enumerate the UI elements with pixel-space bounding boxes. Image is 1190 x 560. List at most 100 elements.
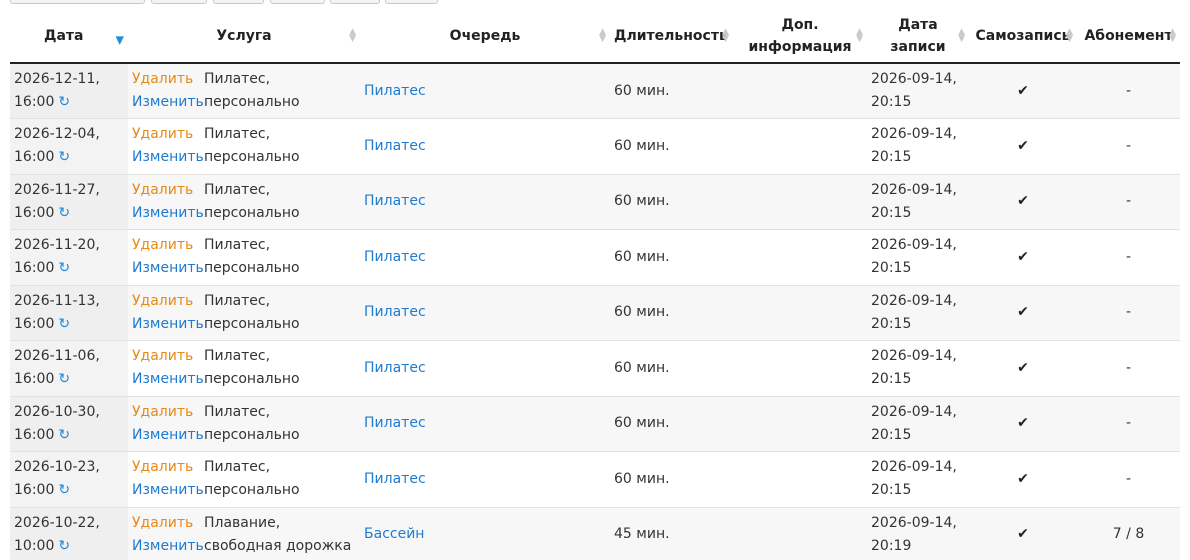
- queue-link[interactable]: Пилатес: [364, 138, 426, 154]
- actions-cell: Удалить Изменить: [128, 285, 204, 341]
- self-booking-cell: ✔: [969, 507, 1078, 560]
- edit-link[interactable]: Изменить: [132, 368, 204, 391]
- edit-link[interactable]: Изменить: [132, 535, 204, 558]
- delete-link[interactable]: Удалить: [132, 512, 204, 535]
- edit-link[interactable]: Изменить: [132, 424, 204, 447]
- queue-cell: Пилатес: [360, 174, 611, 230]
- edit-link[interactable]: Изменить: [132, 91, 204, 114]
- service-cell: Пилатес, персонально: [204, 340, 361, 397]
- service-name: Пилатес,: [204, 348, 271, 365]
- edit-link[interactable]: Изменить: [132, 146, 204, 169]
- queue-link[interactable]: Пилатес: [364, 304, 426, 320]
- recorded-cell: 2026-09-14, 20:15: [867, 340, 970, 397]
- queue-link[interactable]: Пилатес: [364, 471, 426, 487]
- edit-link[interactable]: Изменить: [132, 257, 204, 280]
- column-header-service[interactable]: Услуга ▲ ▼: [128, 10, 361, 64]
- toolbar-button-6[interactable]: [385, 0, 438, 4]
- sort-icon[interactable]: ▲ ▼: [1066, 28, 1073, 44]
- self-booking-cell: ✔: [969, 340, 1078, 397]
- queue-link[interactable]: Пилатес: [364, 360, 426, 376]
- sort-icon[interactable]: ▲ ▼: [599, 28, 606, 44]
- recorded-date: 2026-09-14,: [871, 403, 957, 420]
- date-cell: 2026-11-20, 16:00 ↻: [10, 229, 128, 286]
- toolbar-button-4[interactable]: [270, 0, 325, 4]
- subscription-cell: -: [1077, 285, 1181, 341]
- recorded-date: 2026-09-14,: [871, 348, 957, 365]
- toolbar-button-1[interactable]: [10, 0, 145, 4]
- edit-link[interactable]: Изменить: [132, 202, 204, 225]
- delete-link[interactable]: Удалить: [132, 401, 204, 424]
- column-header-extra-info[interactable]: Доп. информация ▲ ▼: [733, 10, 868, 64]
- edit-link[interactable]: Изменить: [132, 313, 204, 336]
- delete-link[interactable]: Удалить: [132, 456, 204, 479]
- delete-link[interactable]: Удалить: [132, 68, 204, 91]
- check-icon: ✔: [1017, 526, 1029, 543]
- service-variant: свободная дорожка: [204, 537, 352, 554]
- queue-link[interactable]: Пилатес: [364, 415, 426, 431]
- queue-link[interactable]: Пилатес: [364, 249, 426, 265]
- delete-link[interactable]: Удалить: [132, 234, 204, 257]
- sort-icon[interactable]: ▲ ▼: [349, 28, 356, 44]
- recorded-time: 20:15: [871, 426, 912, 443]
- sort-icon[interactable]: ▲ ▼: [722, 28, 729, 44]
- check-icon: ✔: [1017, 137, 1029, 154]
- booking-time: 10:00: [14, 537, 55, 554]
- service-variant: персонально: [204, 315, 300, 332]
- service-variant: персонально: [204, 371, 300, 388]
- check-icon: ✔: [1017, 193, 1029, 210]
- extra-info-cell: [733, 451, 868, 508]
- toolbar-button-5[interactable]: [330, 0, 380, 4]
- toolbar-button-2[interactable]: [151, 0, 207, 4]
- sort-desc-icon[interactable]: ▼: [116, 29, 124, 51]
- repeat-icon: ↻: [58, 149, 71, 166]
- queue-link[interactable]: Бассейн: [364, 526, 424, 542]
- column-header-self-booking[interactable]: Самозапись ▲ ▼: [969, 10, 1078, 64]
- delete-link[interactable]: Удалить: [132, 123, 204, 146]
- column-header-subscription[interactable]: Абонемент ▲ ▼: [1077, 10, 1181, 64]
- booking-time: 16:00: [14, 371, 55, 388]
- subscription-cell: -: [1077, 340, 1181, 397]
- service-variant: персонально: [204, 260, 300, 277]
- sort-icon[interactable]: ▲ ▼: [1169, 28, 1176, 44]
- extra-info-cell: [733, 507, 868, 560]
- actions-cell: Удалить Изменить: [128, 396, 204, 452]
- actions-cell: Удалить Изменить: [128, 340, 204, 397]
- delete-link[interactable]: Удалить: [132, 290, 204, 313]
- booking-date: 2026-11-13,: [14, 292, 100, 309]
- column-header-date[interactable]: Дата ▼: [10, 10, 128, 64]
- subscription-cell: -: [1077, 451, 1181, 508]
- date-cell: 2026-10-30, 16:00 ↻: [10, 396, 128, 452]
- sort-icon[interactable]: ▲ ▼: [856, 28, 863, 44]
- self-booking-cell: ✔: [969, 174, 1078, 230]
- column-header-duration[interactable]: Длительность ▲ ▼: [610, 10, 734, 64]
- duration-cell: 60 мин.: [610, 118, 734, 175]
- edit-link[interactable]: Изменить: [132, 479, 204, 502]
- check-icon: ✔: [1017, 304, 1029, 321]
- recorded-cell: 2026-09-14, 20:15: [867, 451, 970, 508]
- subscription-cell: 7 / 8: [1077, 507, 1181, 560]
- check-icon: ✔: [1017, 359, 1029, 376]
- booking-date: 2026-11-20,: [14, 237, 100, 254]
- recorded-date: 2026-09-14,: [871, 237, 957, 254]
- column-header-recorded-label-2: записи: [890, 39, 946, 55]
- date-cell: 2026-11-06, 16:00 ↻: [10, 340, 128, 397]
- column-header-recorded[interactable]: Дата записи ▲ ▼: [867, 10, 970, 64]
- column-header-queue[interactable]: Очередь ▲ ▼: [360, 10, 611, 64]
- recorded-time: 20:19: [871, 537, 912, 554]
- service-cell: Пилатес, персонально: [204, 229, 361, 286]
- subscription-cell: -: [1077, 174, 1181, 230]
- service-cell: Пилатес, персонально: [204, 118, 361, 175]
- duration-cell: 60 мин.: [610, 451, 734, 508]
- table-row: 2026-11-27, 16:00 ↻ Удалить Изменить Пилатес,…: [10, 174, 1181, 230]
- delete-link[interactable]: Удалить: [132, 179, 204, 202]
- service-cell: Пилатес, персонально: [204, 285, 361, 341]
- queue-link[interactable]: Пилатес: [364, 193, 426, 209]
- recorded-date: 2026-09-14,: [871, 181, 957, 198]
- service-cell: Пилатес, персонально: [204, 174, 361, 230]
- toolbar-button-3[interactable]: [213, 0, 264, 4]
- delete-link[interactable]: Удалить: [132, 345, 204, 368]
- subscription-cell: -: [1077, 229, 1181, 286]
- booking-date: 2026-10-22,: [14, 514, 100, 531]
- sort-icon[interactable]: ▲ ▼: [958, 28, 965, 44]
- queue-link[interactable]: Пилатес: [364, 83, 426, 99]
